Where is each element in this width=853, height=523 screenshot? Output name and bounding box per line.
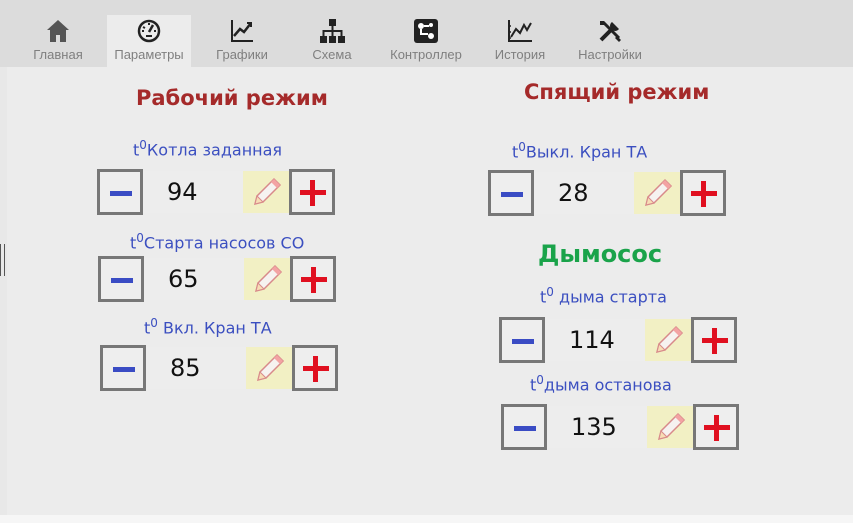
history-chart-icon	[508, 20, 532, 42]
value-field[interactable]: 114	[545, 319, 645, 361]
decrement-button[interactable]	[501, 404, 547, 450]
increment-button[interactable]	[292, 345, 338, 391]
value-field[interactable]: 65	[144, 258, 244, 300]
line-chart-icon	[231, 20, 253, 42]
edit-button[interactable]	[243, 171, 289, 213]
pencil-icon	[655, 325, 684, 354]
tab-settings[interactable]: Настройки	[568, 15, 652, 67]
circuit-icon	[414, 19, 438, 43]
tab-controller[interactable]: Контроллер	[384, 15, 468, 67]
param-label-ta-valve-off-temp: t0Выкл. Кран ТА	[512, 140, 648, 162]
sleep-mode-title: Спящий режим	[524, 80, 710, 104]
edit-button[interactable]	[647, 406, 693, 448]
pencil-icon	[256, 353, 285, 382]
increment-button[interactable]	[691, 317, 737, 363]
fan-section-title: Дымосос	[538, 240, 663, 268]
tab-label: Контроллер	[390, 47, 462, 62]
tab-label: Графики	[216, 47, 268, 62]
tab-label: Главная	[33, 47, 83, 62]
work-mode-title: Рабочий режим	[136, 86, 328, 110]
tab-label: Схема	[312, 47, 352, 62]
tab-label: Настройки	[578, 47, 642, 62]
param-label-pump-start-temp: t0Старта насосов СО	[130, 231, 305, 253]
pencil-icon	[253, 177, 282, 206]
increment-button[interactable]	[680, 170, 726, 216]
top-nav-tabbar: Главная Параметры Графики Схема Контролл…	[0, 0, 853, 67]
increment-button[interactable]	[693, 404, 739, 450]
param-label-boiler-set-temp: t0Котла заданная	[133, 138, 283, 160]
decrement-button[interactable]	[98, 256, 144, 302]
pencil-icon	[644, 178, 673, 207]
decrement-button[interactable]	[488, 170, 534, 216]
tab-label: Параметры	[114, 47, 184, 62]
decrement-button[interactable]	[499, 317, 545, 363]
param-label-ta-valve-on-temp: t0 Вкл. Кран ТА	[144, 316, 272, 338]
footer-strip	[0, 515, 853, 523]
tab-history[interactable]: История	[478, 15, 562, 67]
hierarchy-icon	[320, 19, 345, 43]
increment-button[interactable]	[289, 169, 335, 215]
pencil-icon	[254, 264, 283, 293]
increment-button[interactable]	[290, 256, 336, 302]
decrement-button[interactable]	[97, 169, 143, 215]
param-label-smoke-stop-temp: t0дыма останова	[530, 373, 672, 395]
value-field[interactable]: 94	[143, 171, 243, 213]
pencil-icon	[657, 412, 686, 441]
value-field[interactable]: 28	[534, 172, 634, 214]
edit-button[interactable]	[244, 258, 290, 300]
param-label-smoke-start-temp: t0 дыма старта	[540, 285, 667, 307]
home-icon	[47, 20, 69, 42]
panel-resize-handle[interactable]	[0, 244, 5, 276]
tab-label: История	[494, 47, 546, 62]
tab-home[interactable]: Главная	[16, 15, 100, 67]
tab-parameters[interactable]: Параметры	[107, 15, 191, 67]
edit-button[interactable]	[246, 347, 292, 389]
edit-button[interactable]	[645, 319, 691, 361]
value-field[interactable]: 85	[146, 347, 246, 389]
tab-scheme[interactable]: Схема	[290, 15, 374, 67]
edit-button[interactable]	[634, 172, 680, 214]
tab-charts[interactable]: Графики	[200, 15, 284, 67]
decrement-button[interactable]	[100, 345, 146, 391]
value-field[interactable]: 135	[547, 406, 647, 448]
gauge-icon	[137, 19, 161, 43]
tools-icon	[599, 20, 621, 42]
